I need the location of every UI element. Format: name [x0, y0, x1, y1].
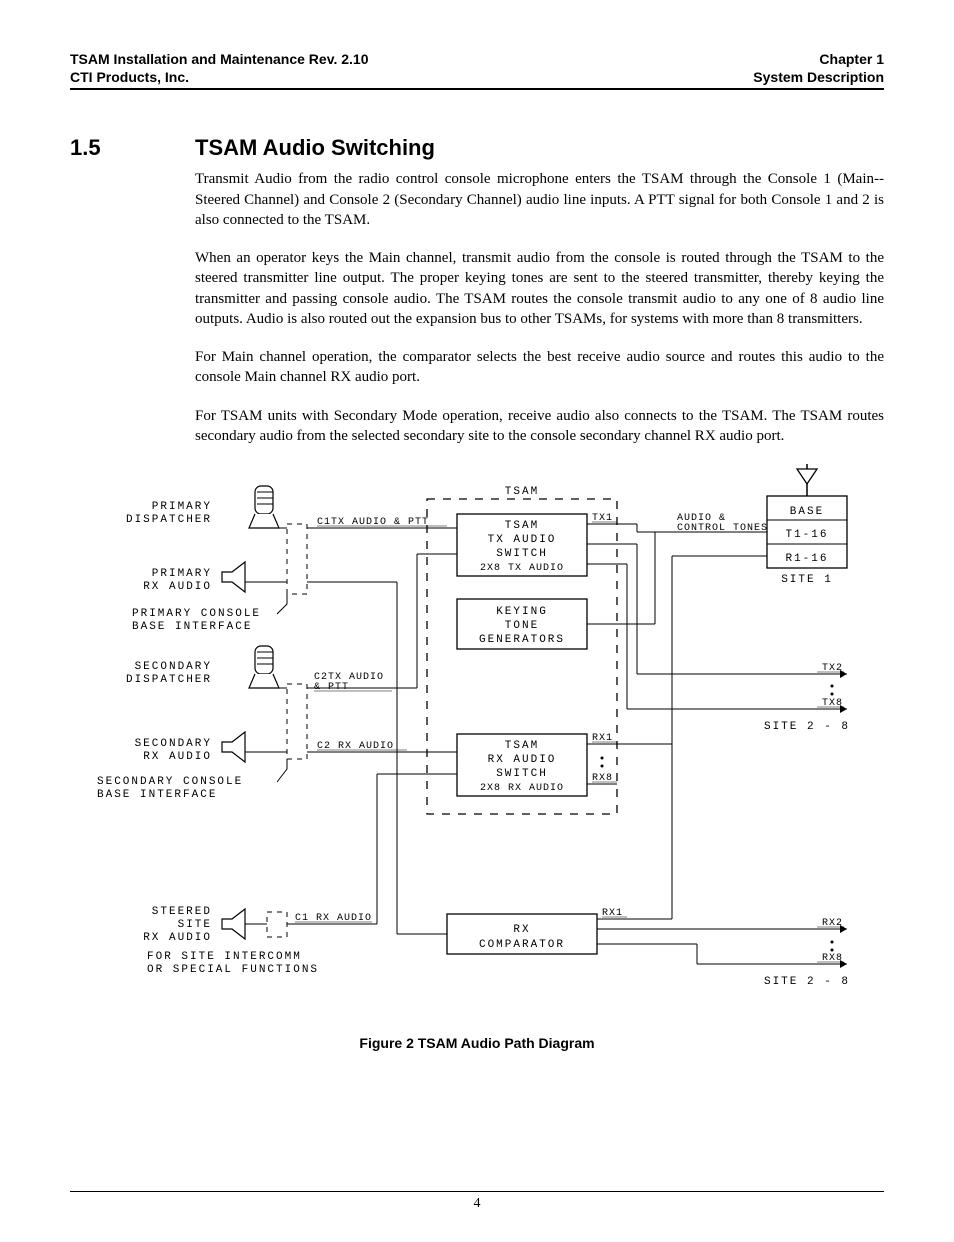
keying-l1: KEYING: [496, 606, 548, 618]
header-section: System Description: [753, 68, 884, 86]
primary-cons-l2: BASE INTERFACE: [132, 621, 252, 633]
header-company: CTI Products, Inc.: [70, 68, 368, 86]
secondary-cons-l2: BASE INTERFACE: [97, 789, 217, 801]
speaker-icon: [222, 562, 245, 592]
paragraph-1: Transmit Audio from the radio control co…: [195, 169, 884, 230]
site1-label: SITE 1: [781, 574, 833, 586]
steered-l3: RX AUDIO: [143, 932, 212, 944]
rx-comp-l1: RX: [513, 924, 530, 936]
rx-switch-l1: TSAM: [505, 740, 539, 752]
page-header: TSAM Installation and Maintenance Rev. 2…: [70, 50, 884, 90]
site28a-label: SITE 2 - 8: [764, 721, 850, 733]
site28b-label: SITE 2 - 8: [764, 976, 850, 988]
primary-rx-l2: RX AUDIO: [143, 581, 212, 593]
rx8b-label: RX8: [822, 953, 843, 964]
microphone-icon: [255, 646, 273, 674]
secondary-cons-l1: SECONDARY CONSOLE: [97, 776, 243, 788]
rx2-label: RX2: [822, 918, 843, 929]
steered-note-l2: OR SPECIAL FUNCTIONS: [147, 964, 319, 976]
rx1-label: RX1: [592, 733, 613, 744]
primary-disp-l2: DISPATCHER: [126, 514, 212, 526]
tx-switch-l4: 2X8 TX AUDIO: [480, 563, 564, 574]
primary-cons-l1: PRIMARY CONSOLE: [132, 608, 261, 620]
rx-switch-l4: 2X8 RX AUDIO: [480, 783, 564, 794]
secondary-disp-l1: SECONDARY: [135, 661, 212, 673]
secondary-rx-l1: SECONDARY: [135, 738, 212, 750]
section-number: 1.5: [70, 135, 195, 161]
tx1-label: TX1: [592, 513, 613, 524]
c2rx-label: C2 RX AUDIO: [317, 741, 394, 752]
rx8-label: RX8: [592, 773, 613, 784]
header-chapter: Chapter 1: [753, 50, 884, 68]
secondary-rx-l2: RX AUDIO: [143, 751, 212, 763]
t116-label: T1-16: [785, 529, 828, 541]
section-heading: 1.5 TSAM Audio Switching: [70, 135, 884, 161]
tsam-audio-path-diagram: TSAM TSAM TX AUDIO SWITCH 2X8 TX AUDIO K…: [77, 464, 877, 1024]
steered-note-l1: FOR SITE INTERCOMM: [147, 951, 302, 963]
steered-l2: SITE: [178, 919, 212, 931]
rx-switch-l2: RX AUDIO: [488, 754, 557, 766]
keying-l2: TONE: [505, 620, 539, 632]
audio-control-l2: CONTROL TONES: [677, 523, 768, 534]
tx8-label: TX8: [822, 698, 843, 709]
primary-disp-l1: PRIMARY: [152, 501, 212, 513]
tsam-title: TSAM: [505, 486, 539, 498]
rx-comp-l2: COMPARATOR: [479, 939, 565, 951]
c2tx-l2: & PTT: [314, 682, 349, 693]
tx-switch-l3: SWITCH: [496, 548, 548, 560]
primary-rx-l1: PRIMARY: [152, 568, 212, 580]
c1rx-label: C1 RX AUDIO: [295, 913, 372, 924]
body-text: Transmit Audio from the radio control co…: [195, 169, 884, 446]
page-footer: 4: [70, 1191, 884, 1212]
tx-switch-l2: TX AUDIO: [488, 534, 557, 546]
speaker-icon: [222, 909, 245, 939]
rx-switch-l3: SWITCH: [496, 768, 548, 780]
page-number: 4: [474, 1196, 481, 1211]
figure: TSAM TSAM TX AUDIO SWITCH 2X8 TX AUDIO K…: [70, 464, 884, 1051]
keying-l3: GENERATORS: [479, 634, 565, 646]
header-doc-title: TSAM Installation and Maintenance Rev. 2…: [70, 50, 368, 68]
paragraph-3: For Main channel operation, the comparat…: [195, 347, 884, 388]
microphone-icon: [255, 486, 273, 514]
steered-l1: STEERED: [152, 906, 212, 918]
secondary-disp-l2: DISPATCHER: [126, 674, 212, 686]
tx-switch-l1: TSAM: [505, 520, 539, 532]
paragraph-2: When an operator keys the Main channel, …: [195, 248, 884, 329]
base-label: BASE: [790, 506, 824, 518]
paragraph-4: For TSAM units with Secondary Mode opera…: [195, 406, 884, 447]
figure-caption: Figure 2 TSAM Audio Path Diagram: [70, 1035, 884, 1051]
section-title: TSAM Audio Switching: [195, 135, 435, 161]
tx2-label: TX2: [822, 663, 843, 674]
c1tx-label: C1TX AUDIO & PTT: [317, 517, 429, 528]
speaker-icon: [222, 732, 245, 762]
r116-label: R1-16: [785, 553, 828, 565]
rx1b-label: RX1: [602, 908, 623, 919]
